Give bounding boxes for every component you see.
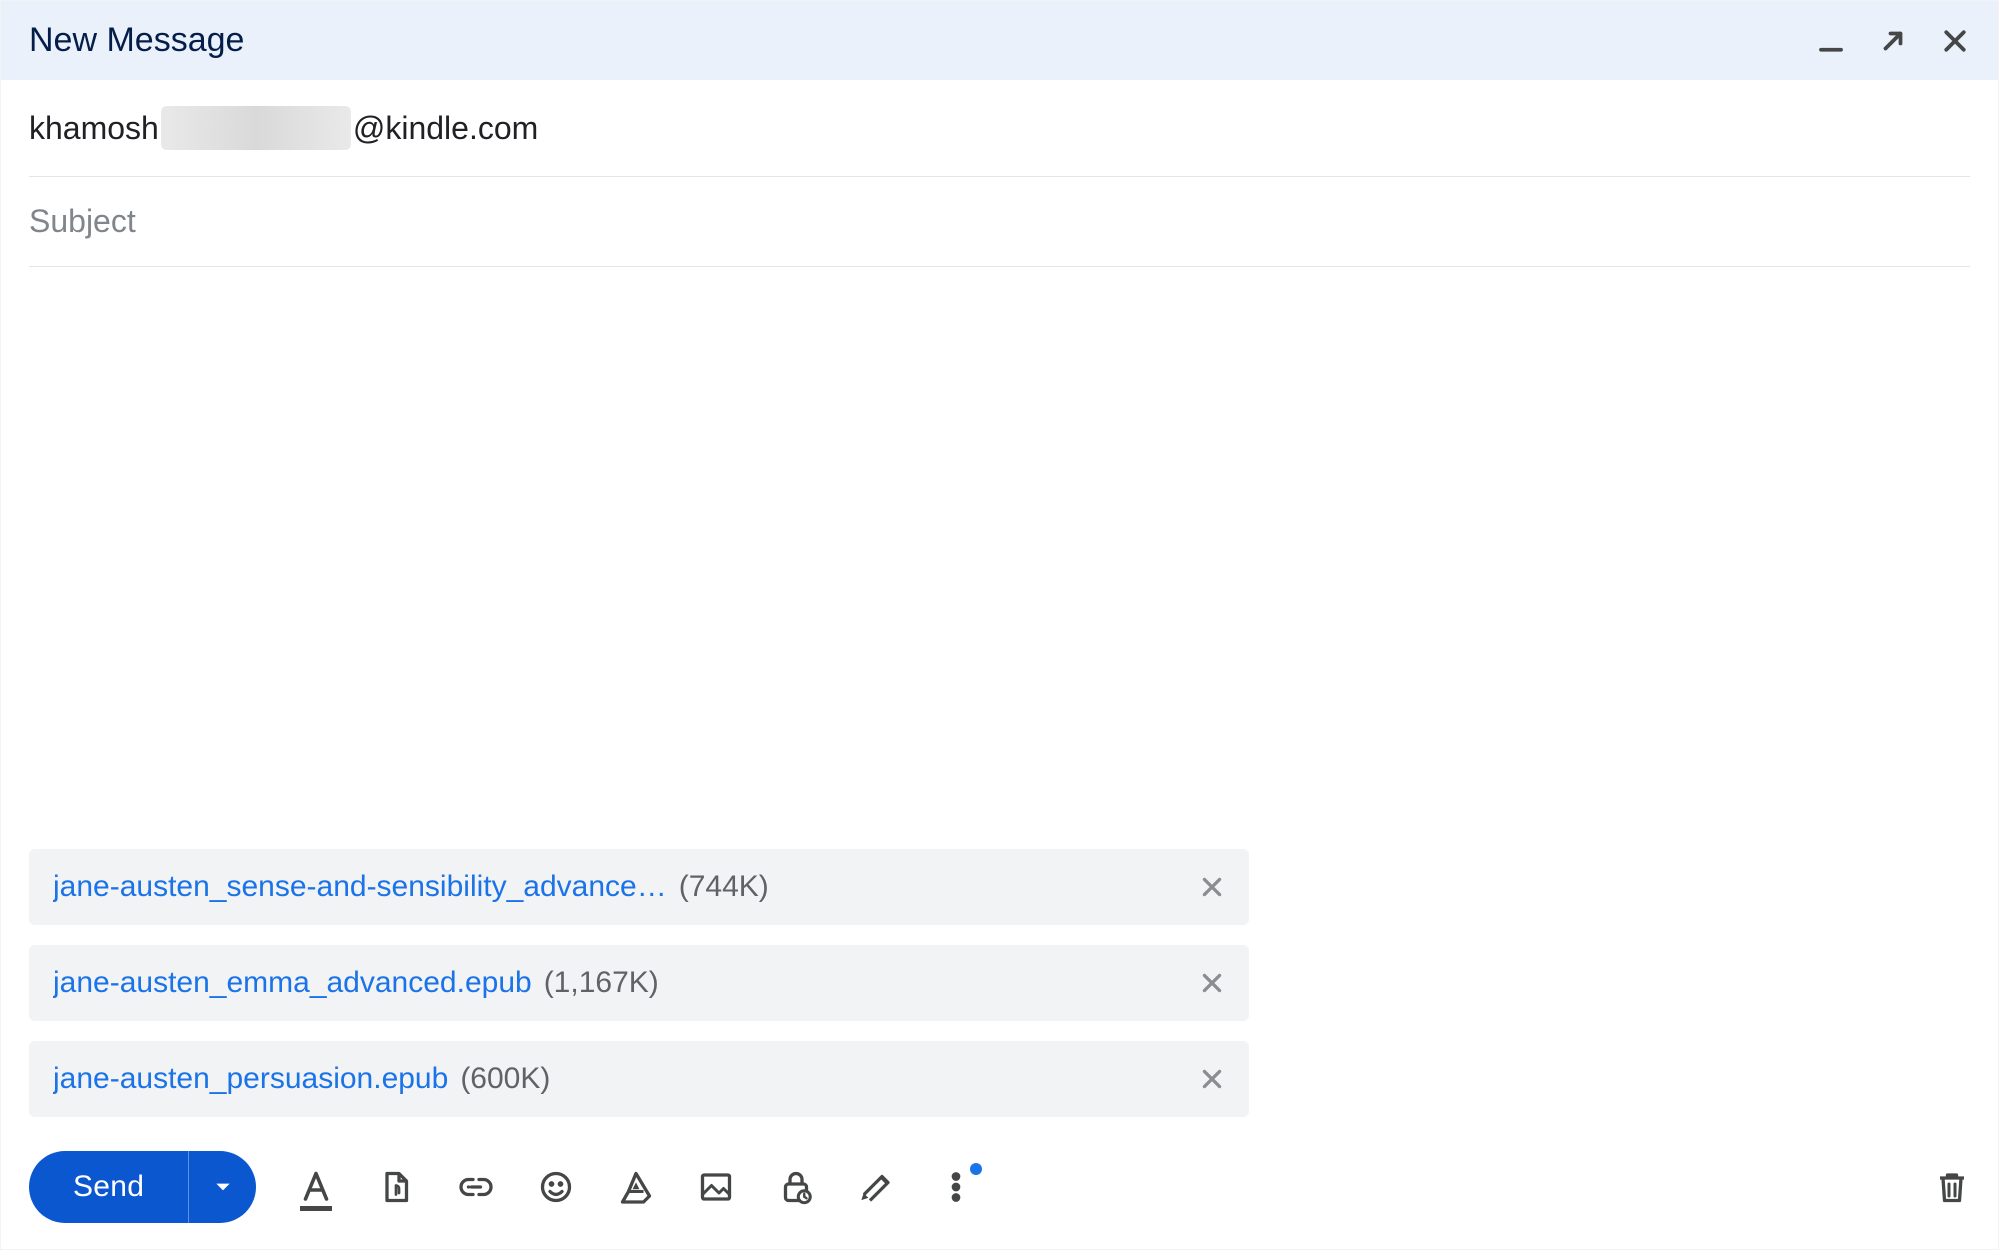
send-options-button[interactable] xyxy=(188,1151,256,1223)
remove-attachment-icon[interactable] xyxy=(1199,1066,1225,1092)
attachments-list: jane-austen_sense-and-sensibility_advanc… xyxy=(29,849,1249,1149)
emoji-icon[interactable] xyxy=(538,1169,574,1205)
formatting-icon[interactable] xyxy=(298,1169,334,1205)
confidential-mode-icon[interactable] xyxy=(778,1169,814,1205)
popout-icon[interactable] xyxy=(1878,26,1908,56)
attachment-item[interactable]: jane-austen_persuasion.epub (600K) xyxy=(29,1041,1249,1117)
insert-photo-icon[interactable] xyxy=(698,1169,734,1205)
header-actions xyxy=(1816,26,1970,56)
send-button-group: Send xyxy=(29,1151,256,1223)
attachment-item[interactable]: jane-austen_emma_advanced.epub (1,167K) xyxy=(29,945,1249,1021)
recipient-suffix: @kindle.com xyxy=(353,110,538,147)
attachment-item[interactable]: jane-austen_sense-and-sensibility_advanc… xyxy=(29,849,1249,925)
recipient-chip: khamosh @kindle.com xyxy=(29,106,538,150)
send-button[interactable]: Send xyxy=(29,1151,188,1223)
close-icon[interactable] xyxy=(1940,26,1970,56)
minimize-icon[interactable] xyxy=(1816,26,1846,56)
subject-field[interactable]: Subject xyxy=(29,177,1970,267)
compose-fields: khamosh @kindle.com Subject xyxy=(1,80,1998,267)
attachment-filename: jane-austen_sense-and-sensibility_advanc… xyxy=(53,870,667,904)
drive-icon[interactable] xyxy=(618,1169,654,1205)
attachment-filesize: (744K) xyxy=(679,870,769,904)
attachment-filename: jane-austen_persuasion.epub xyxy=(53,1062,448,1096)
attachment-filesize: (600K) xyxy=(460,1062,550,1096)
attach-file-icon[interactable] xyxy=(378,1169,414,1205)
redacted-block xyxy=(161,106,351,150)
subject-placeholder: Subject xyxy=(29,203,136,240)
remove-attachment-icon[interactable] xyxy=(1199,970,1225,996)
compose-header: New Message xyxy=(1,1,1998,80)
compose-window: New Message khamosh @kindle.com Subject xyxy=(0,0,1999,1250)
insert-signature-icon[interactable] xyxy=(858,1169,894,1205)
formatting-toolbar xyxy=(298,1169,974,1205)
attachment-filename: jane-austen_emma_advanced.epub xyxy=(53,966,532,1000)
discard-draft-icon[interactable] xyxy=(1934,1169,1970,1205)
compose-toolbar: Send xyxy=(1,1149,1998,1249)
recipient-prefix: khamosh xyxy=(29,110,159,147)
notification-dot-icon xyxy=(970,1163,982,1175)
compose-body[interactable]: jane-austen_sense-and-sensibility_advanc… xyxy=(1,267,1998,1149)
compose-title: New Message xyxy=(29,21,244,60)
insert-link-icon[interactable] xyxy=(458,1169,494,1205)
to-field[interactable]: khamosh @kindle.com xyxy=(29,80,1970,177)
attachment-filesize: (1,167K) xyxy=(544,966,659,1000)
more-options-icon[interactable] xyxy=(938,1169,974,1205)
remove-attachment-icon[interactable] xyxy=(1199,874,1225,900)
